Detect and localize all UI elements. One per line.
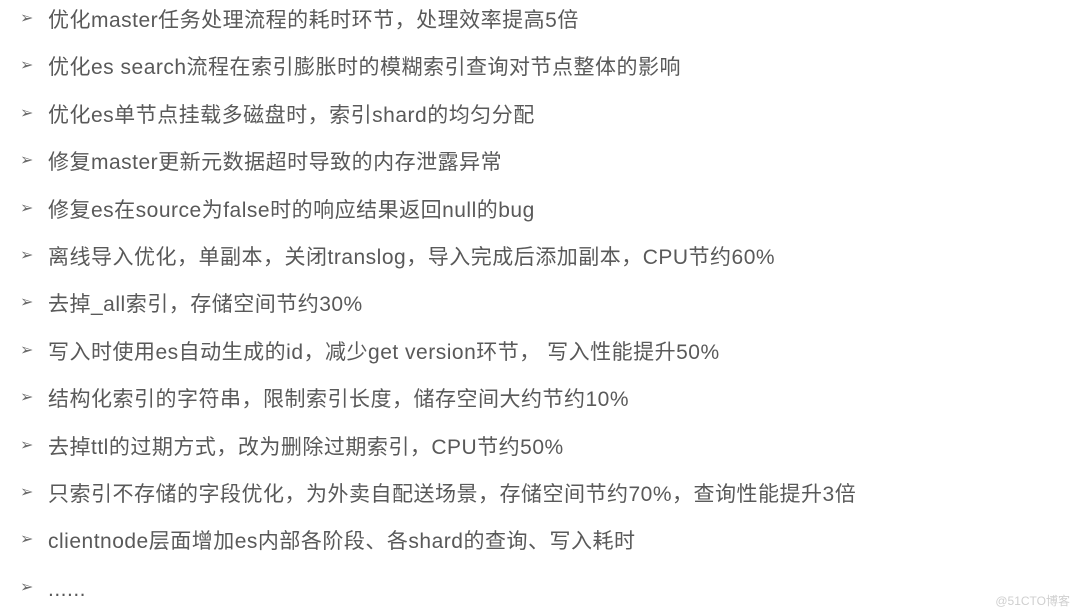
- item-text: 修复master更新元数据超时导致的内存泄露异常: [48, 148, 502, 177]
- bullet-icon: ➢: [20, 340, 34, 362]
- list-item: ➢ 去掉_all索引，存储空间节约30%: [20, 290, 1060, 319]
- list-item: ➢ 结构化索引的字符串，限制索引长度，储存空间大约节约10%: [20, 385, 1060, 414]
- bullet-icon: ➢: [20, 529, 34, 551]
- list-item: ➢ 写入时使用es自动生成的id，减少get version环节， 写入性能提升…: [20, 338, 1060, 367]
- list-item: ➢ 优化master任务处理流程的耗时环节，处理效率提高5倍: [20, 6, 1060, 35]
- bullet-icon: ➢: [20, 103, 34, 125]
- list-item: ➢ 只索引不存储的字段优化，为外卖自配送场景，存储空间节约70%，查询性能提升3…: [20, 480, 1060, 509]
- bullet-icon: ➢: [20, 292, 34, 314]
- item-text: 离线导入优化，单副本，关闭translog，导入完成后添加副本，CPU节约60%: [48, 243, 775, 272]
- list-item: ➢ clientnode层面增加es内部各阶段、各shard的查询、写入耗时: [20, 527, 1060, 556]
- bullet-icon: ➢: [20, 55, 34, 77]
- item-text: 优化es单节点挂载多磁盘时，索引shard的均匀分配: [48, 101, 535, 130]
- list-item: ➢ 优化es单节点挂载多磁盘时，索引shard的均匀分配: [20, 101, 1060, 130]
- list-item: ➢ 去掉ttl的过期方式，改为删除过期索引，CPU节约50%: [20, 433, 1060, 462]
- optimization-list: ➢ 优化master任务处理流程的耗时环节，处理效率提高5倍 ➢ 优化es se…: [20, 6, 1060, 604]
- item-text: clientnode层面增加es内部各阶段、各shard的查询、写入耗时: [48, 527, 635, 556]
- bullet-icon: ➢: [20, 577, 34, 599]
- item-text: 优化es search流程在索引膨胀时的模糊索引查询对节点整体的影响: [48, 53, 681, 82]
- item-text: 去掉_all索引，存储空间节约30%: [48, 290, 363, 319]
- bullet-icon: ➢: [20, 482, 34, 504]
- item-text: 只索引不存储的字段优化，为外卖自配送场景，存储空间节约70%，查询性能提升3倍: [48, 480, 856, 509]
- bullet-icon: ➢: [20, 387, 34, 409]
- list-item: ➢ 修复es在source为false时的响应结果返回null的bug: [20, 196, 1060, 225]
- bullet-icon: ➢: [20, 8, 34, 30]
- item-text: 去掉ttl的过期方式，改为删除过期索引，CPU节约50%: [48, 433, 564, 462]
- item-text: 优化master任务处理流程的耗时环节，处理效率提高5倍: [48, 6, 579, 35]
- bullet-icon: ➢: [20, 150, 34, 172]
- item-text: 写入时使用es自动生成的id，减少get version环节， 写入性能提升50…: [48, 338, 720, 367]
- item-text: 结构化索引的字符串，限制索引长度，储存空间大约节约10%: [48, 385, 629, 414]
- list-item: ➢ 离线导入优化，单副本，关闭translog，导入完成后添加副本，CPU节约6…: [20, 243, 1060, 272]
- bullet-icon: ➢: [20, 198, 34, 220]
- list-item: ➢ ......: [20, 575, 1060, 604]
- item-text: 修复es在source为false时的响应结果返回null的bug: [48, 196, 535, 225]
- bullet-icon: ➢: [20, 435, 34, 457]
- list-item: ➢ 优化es search流程在索引膨胀时的模糊索引查询对节点整体的影响: [20, 53, 1060, 82]
- item-text: ......: [48, 575, 86, 604]
- bullet-icon: ➢: [20, 245, 34, 267]
- list-item: ➢ 修复master更新元数据超时导致的内存泄露异常: [20, 148, 1060, 177]
- watermark: @51CTO博客: [995, 592, 1070, 609]
